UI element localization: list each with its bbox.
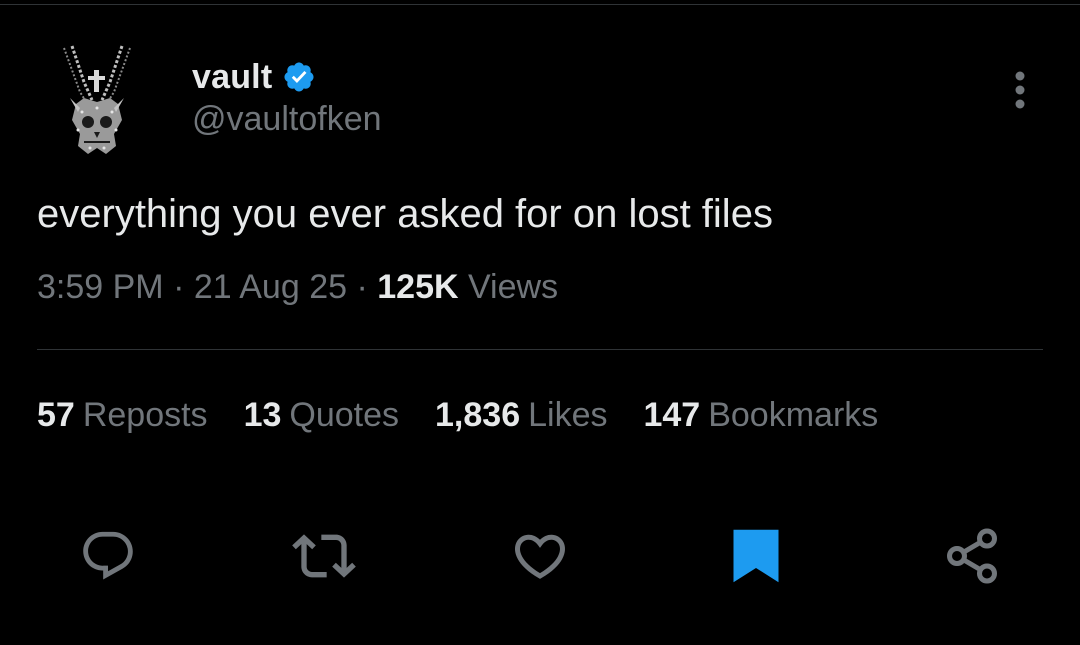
share-icon xyxy=(947,528,997,584)
avatar[interactable] xyxy=(54,42,140,158)
stat-likes[interactable]: 1,836 Likes xyxy=(435,396,607,435)
share-button[interactable] xyxy=(940,524,1004,588)
stat-count: 1,836 xyxy=(435,396,521,434)
stat-label: Quotes xyxy=(289,396,400,434)
reply-button[interactable] xyxy=(76,524,140,588)
bookmark-button[interactable] xyxy=(724,524,788,588)
stat-quotes[interactable]: 13 Quotes xyxy=(244,396,399,435)
stat-count: 147 xyxy=(643,396,701,434)
more-options-icon[interactable] xyxy=(1008,70,1032,110)
author-handle[interactable]: @vaultofken xyxy=(192,100,382,139)
reply-icon xyxy=(83,531,133,580)
stat-label: Reposts xyxy=(82,396,208,434)
meta-separator: · xyxy=(356,268,368,306)
views-label: Views xyxy=(467,268,559,306)
stat-bookmarks[interactable]: 147 Bookmarks xyxy=(643,396,878,435)
tweet-text: everything you ever asked for on lost fi… xyxy=(37,192,773,236)
views-count: 125K xyxy=(377,268,459,306)
like-button[interactable] xyxy=(508,524,572,588)
verified-badge-icon xyxy=(282,60,316,94)
stat-reposts[interactable]: 57 Reposts xyxy=(37,396,208,435)
stat-count: 57 xyxy=(37,396,75,434)
repost-icon xyxy=(292,534,356,578)
author-name-row[interactable]: vault xyxy=(192,56,316,98)
tweet-date[interactable]: 21 Aug 25 xyxy=(194,268,347,306)
meta-separator: · xyxy=(173,268,185,306)
avatar-chain-skull-image xyxy=(63,45,131,154)
divider xyxy=(37,349,1043,350)
repost-button[interactable] xyxy=(292,524,356,588)
tweet-meta: 3:59 PM · 21 Aug 25 · 125K Views xyxy=(37,268,558,307)
stat-count: 13 xyxy=(243,396,282,434)
stat-label: Likes xyxy=(528,396,608,434)
bookmark-icon xyxy=(733,529,779,583)
top-border xyxy=(0,4,1080,5)
like-icon xyxy=(514,534,566,579)
stat-label: Bookmarks xyxy=(708,396,879,434)
tweet-time[interactable]: 3:59 PM xyxy=(37,268,164,306)
engagement-stats: 57 Reposts 13 Quotes 1,836 Likes 147 Bookmar… xyxy=(37,396,914,435)
author-display-name[interactable]: vault xyxy=(192,58,272,97)
